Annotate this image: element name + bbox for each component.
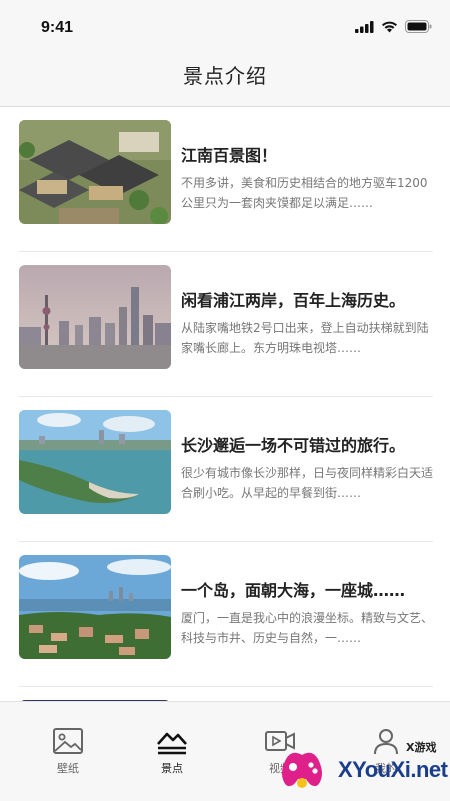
article-description: 厦门，一直是我心中的浪漫坐标。精致与文艺、科技与市井、历史与自然，一…… [181, 611, 433, 645]
article-title: 一个岛，面朝大海，一座城…… [181, 581, 406, 600]
tab-scenic-spots[interactable]: 景点 [116, 702, 228, 782]
article-thumbnail [19, 410, 171, 514]
article-item[interactable]: 闲看浦江两岸，百年上海历史。 从陆家嘴地铁2号口出来，登上自动扶梯就到陆家嘴长廊… [19, 252, 433, 397]
article-item[interactable] [19, 687, 433, 701]
landscape-icon [157, 732, 187, 755]
article-thumbnail [19, 265, 171, 369]
article-list[interactable]: 江南百景图！ 不用多讲，美食和历史相结合的地方驱车1200公里只为一套肉夹馍都足… [0, 107, 450, 701]
article-item[interactable]: 江南百景图！ 不用多讲，美食和历史相结合的地方驱车1200公里只为一套肉夹馍都足… [19, 107, 433, 252]
status-bar: 9:41 [0, 0, 450, 50]
status-time: 9:41 [41, 19, 74, 36]
xiamen-island-photo [19, 555, 171, 659]
status-icons [355, 20, 432, 33]
article-description: 很少有城市像长沙那样，日与夜同样精彩白天适合刷小吃。从早起的早餐到街…… [181, 466, 433, 500]
article-description: 不用多讲，美食和历史相结合的地方驱车1200公里只为一套肉夹馍都足以满足…… [181, 176, 428, 210]
image-icon [53, 728, 83, 754]
article-title: 闲看浦江两岸，百年上海历史。 [181, 291, 406, 310]
shanghai-skyline-photo [19, 265, 171, 369]
gamepad-logo-icon [282, 752, 322, 788]
tab-wallpaper[interactable]: 壁纸 [12, 702, 124, 782]
article-title: 江南百景图！ [181, 146, 278, 165]
changsha-river-island-photo [19, 410, 171, 514]
watermark-small-text: X游戏 [406, 741, 437, 754]
watermark-big-text: XYouXi.net [338, 757, 448, 782]
article-description: 从陆家嘴地铁2号口出来，登上自动扶梯就到陆家嘴长廊上。东方明珠电视塔…… [181, 321, 429, 355]
site-watermark: X游戏 XYouXi.net [278, 735, 450, 797]
wifi-icon [382, 21, 397, 32]
article-thumbnail [19, 120, 171, 224]
article-item[interactable]: 长沙邂逅一场不可错过的旅行。 很少有城市像长沙那样，日与夜同样精彩白天适合刷小吃… [19, 397, 433, 542]
cellular-signal-icon [355, 20, 374, 33]
tab-label: 景点 [161, 762, 183, 775]
article-item[interactable]: 一个岛，面朝大海，一座城…… 厦门，一直是我心中的浪漫坐标。精致与文艺、科技与市… [19, 542, 433, 687]
article-thumbnail [19, 555, 171, 659]
article-title: 长沙邂逅一场不可错过的旅行。 [181, 436, 406, 455]
navigation-bar: 景点介绍 [0, 50, 450, 107]
battery-icon [405, 20, 432, 33]
page-title: 景点介绍 [183, 64, 267, 88]
tab-label: 壁纸 [57, 762, 79, 775]
jiangnan-game-illustration [19, 120, 171, 224]
